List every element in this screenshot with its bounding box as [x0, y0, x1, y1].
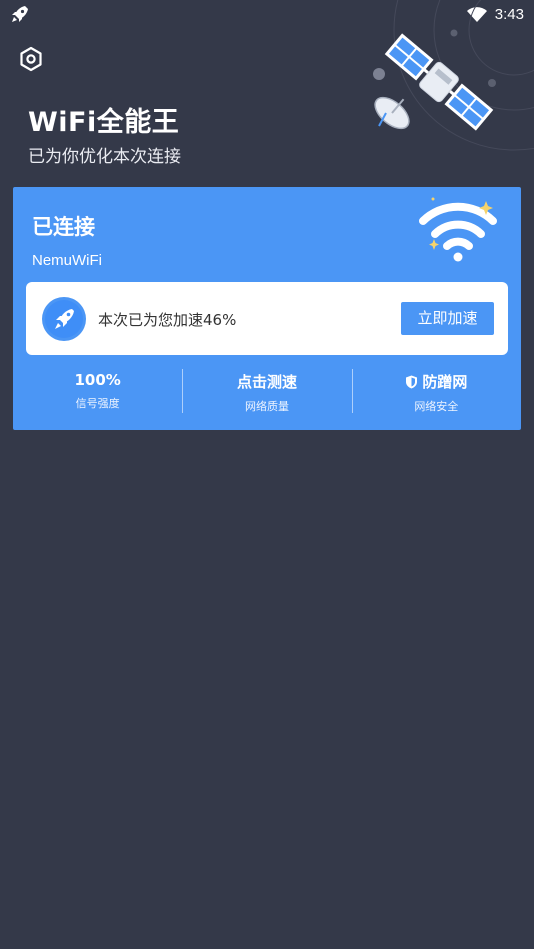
- rocket-icon: [42, 297, 86, 341]
- network-quality-label: 网络质量: [244, 400, 289, 413]
- connection-card: 已连接 NemuWiFi 本次已为您加速46% 立即加速 100% 信号强度 点…: [13, 187, 521, 430]
- satellite-icon: [373, 0, 534, 151]
- speed-test-value: 点击测速: [236, 373, 297, 391]
- signal-strength-stat[interactable]: 100% 信号强度: [13, 365, 182, 415]
- network-security-label: 网络安全: [414, 400, 459, 413]
- wifi-ssid: NemuWiFi: [32, 252, 102, 269]
- boost-panel: 本次已为您加速46% 立即加速: [26, 282, 508, 355]
- stats-row: 100% 信号强度 点击测速 网络质量 防蹭网 网络安全: [13, 365, 521, 415]
- anti-leech-stat[interactable]: 防蹭网 网络安全: [351, 365, 521, 415]
- rocket-icon: [12, 6, 28, 22]
- signal-strength-value: 100%: [74, 371, 121, 389]
- boost-now-button[interactable]: 立即加速: [401, 302, 494, 335]
- app-subtitle: 已为你优化本次连接: [28, 147, 181, 167]
- signal-strength-label: 信号强度: [75, 397, 120, 410]
- boost-result-text: 本次已为您加速46%: [98, 311, 237, 329]
- app-title: WiFi全能王: [28, 107, 180, 138]
- anti-leech-value: 防蹭网: [422, 373, 468, 391]
- wifi-icon: [419, 197, 497, 262]
- shield-icon: [406, 375, 418, 388]
- speed-test-stat[interactable]: 点击测速 网络质量: [182, 365, 351, 415]
- connection-status: 已连接: [32, 215, 95, 239]
- anti-leech-value-row: 防蹭网: [352, 371, 521, 392]
- settings-icon[interactable]: [18, 46, 44, 72]
